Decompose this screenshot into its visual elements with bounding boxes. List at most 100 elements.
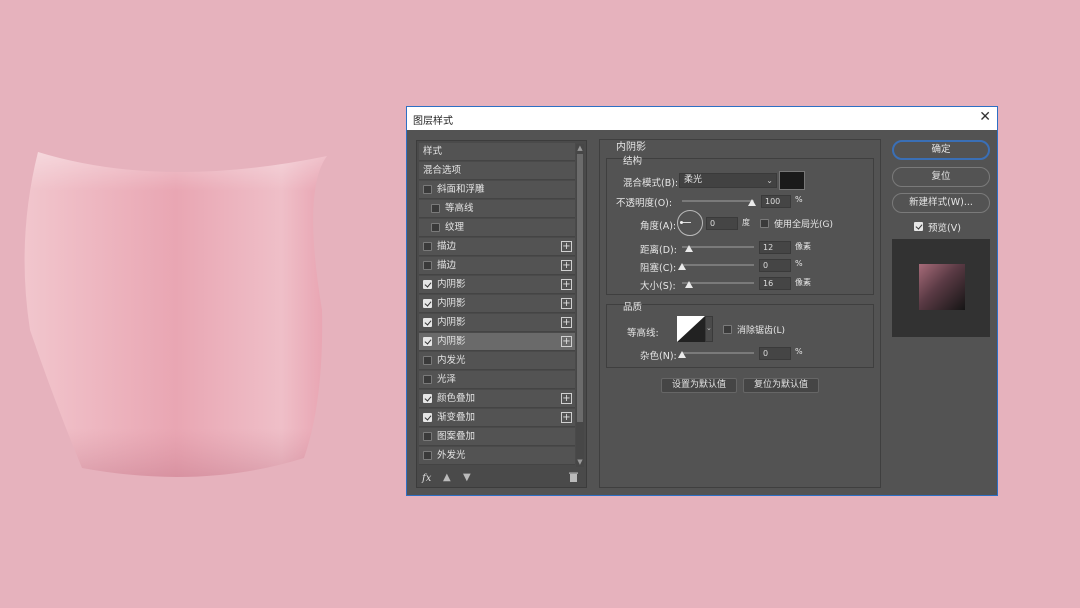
quality-group: 品质 等高线: ⌄ 消除锯齿(L) 杂色(N): 0 % xyxy=(606,302,874,368)
angle-unit: 度 xyxy=(742,218,750,227)
opacity-slider-track[interactable] xyxy=(682,200,754,202)
style-item-inner-shadow-4[interactable]: 内阴影 + xyxy=(419,333,575,351)
style-checkbox[interactable] xyxy=(431,204,440,213)
structure-group: 结构 混合模式(B): 柔光 ⌄ 不透明度(O): 100 % 角度(A): 0… xyxy=(606,156,874,295)
distance-input[interactable]: 12 xyxy=(759,241,791,254)
style-item-gradient-overlay[interactable]: 渐变叠加 + xyxy=(419,409,575,427)
add-effect-button[interactable]: + xyxy=(561,279,572,290)
noise-label: 杂色(N): xyxy=(640,351,677,362)
pink-shape-canvas xyxy=(24,152,328,477)
add-effect-button[interactable]: + xyxy=(561,260,572,271)
angle-input[interactable]: 0 xyxy=(706,217,738,230)
add-effect-button[interactable]: + xyxy=(561,336,572,347)
antialias-label: 消除锯齿(L) xyxy=(737,326,786,336)
reset-button[interactable]: 复位 xyxy=(892,167,990,187)
style-item-pattern-overlay[interactable]: 图案叠加 xyxy=(419,428,575,446)
scroll-up-icon[interactable]: ▲ xyxy=(576,144,584,152)
style-item-label: 内阴影 xyxy=(437,279,466,290)
style-checkbox[interactable] xyxy=(423,413,432,422)
style-item-label: 等高线 xyxy=(445,203,474,214)
trash-icon[interactable] xyxy=(569,472,578,485)
style-item-texture[interactable]: 纹理 xyxy=(419,219,575,237)
style-checkbox[interactable] xyxy=(423,280,432,289)
angle-dial[interactable] xyxy=(677,210,703,236)
new-style-button[interactable]: 新建样式(W)... xyxy=(892,193,990,213)
style-item-contour[interactable]: 等高线 xyxy=(419,200,575,218)
style-item-color-overlay[interactable]: 颜色叠加 + xyxy=(419,390,575,408)
style-checkbox[interactable] xyxy=(423,318,432,327)
preview-checkbox[interactable] xyxy=(914,222,923,231)
choke-slider-track[interactable] xyxy=(682,264,754,266)
style-checkbox[interactable] xyxy=(431,223,440,232)
noise-input[interactable]: 0 xyxy=(759,347,791,360)
choke-input[interactable]: 0 xyxy=(759,259,791,272)
antialias-checkbox[interactable] xyxy=(723,325,732,334)
chevron-down-icon: ⌄ xyxy=(766,176,773,185)
arrow-down-icon[interactable]: ▼ xyxy=(463,472,471,483)
style-item-inner-shadow-1[interactable]: 内阴影 + xyxy=(419,276,575,294)
dialog-titlebar: 图层样式 ✕ xyxy=(407,107,997,130)
style-item-satin[interactable]: 光泽 xyxy=(419,371,575,389)
styles-header[interactable]: 样式 xyxy=(419,143,575,161)
style-item-blending-options[interactable]: 混合选项 xyxy=(419,162,575,180)
panel-title: 内阴影 xyxy=(616,142,646,153)
style-checkbox[interactable] xyxy=(423,375,432,384)
arrow-up-icon[interactable]: ▲ xyxy=(443,472,451,483)
style-item-stroke-1[interactable]: 描边 + xyxy=(419,238,575,256)
choke-unit: % xyxy=(795,259,803,268)
style-checkbox[interactable] xyxy=(423,299,432,308)
close-icon[interactable]: ✕ xyxy=(979,109,991,125)
style-item-outer-glow[interactable]: 外发光 xyxy=(419,447,575,465)
style-item-label: 斜面和浮雕 xyxy=(437,184,485,195)
add-effect-button[interactable]: + xyxy=(561,412,572,423)
global-light-checkbox[interactable] xyxy=(760,219,769,228)
opacity-unit: % xyxy=(795,195,803,204)
structure-title: 结构 xyxy=(623,156,643,167)
contour-dropdown[interactable]: ⌄ xyxy=(705,316,713,342)
add-effect-button[interactable]: + xyxy=(561,298,572,309)
style-item-label: 纹理 xyxy=(445,222,465,233)
style-item-stroke-2[interactable]: 描边 + xyxy=(419,257,575,275)
style-checkbox[interactable] xyxy=(423,261,432,270)
add-effect-button[interactable]: + xyxy=(561,393,572,404)
style-checkbox[interactable] xyxy=(423,451,432,460)
add-effect-button[interactable]: + xyxy=(561,317,572,328)
scroll-down-icon[interactable]: ▼ xyxy=(576,458,584,466)
ok-button[interactable]: 确定 xyxy=(892,140,990,160)
reset-default-button[interactable]: 复位为默认值 xyxy=(743,378,819,393)
noise-slider-thumb[interactable] xyxy=(678,351,686,358)
shadow-color-swatch[interactable] xyxy=(779,171,805,190)
opacity-input[interactable]: 100 xyxy=(761,195,791,208)
blend-mode-select[interactable]: 柔光 ⌄ xyxy=(679,173,777,188)
style-item-label: 颜色叠加 xyxy=(437,393,476,404)
styles-scrollbar[interactable]: ▲ ▼ xyxy=(576,144,584,467)
contour-picker[interactable] xyxy=(677,316,705,342)
style-checkbox[interactable] xyxy=(423,394,432,403)
style-item-inner-shadow-2[interactable]: 内阴影 + xyxy=(419,295,575,313)
style-item-label: 渐变叠加 xyxy=(437,412,476,423)
fx-button[interactable]: fx xyxy=(422,473,431,484)
contour-label: 等高线: xyxy=(627,328,659,339)
style-item-inner-glow[interactable]: 内发光 xyxy=(419,352,575,370)
choke-slider-thumb[interactable] xyxy=(678,263,686,270)
style-checkbox[interactable] xyxy=(423,242,432,251)
style-checkbox[interactable] xyxy=(423,185,432,194)
quality-title: 品质 xyxy=(623,302,643,313)
scrollbar-thumb[interactable] xyxy=(577,154,583,422)
style-checkbox[interactable] xyxy=(423,337,432,346)
style-item-inner-shadow-3[interactable]: 内阴影 + xyxy=(419,314,575,332)
styles-footer: fx ▲ ▼ xyxy=(417,471,586,487)
styles-header-label: 样式 xyxy=(423,146,443,157)
noise-slider-track[interactable] xyxy=(682,352,754,354)
style-item-bevel-emboss[interactable]: 斜面和浮雕 xyxy=(419,181,575,199)
size-input[interactable]: 16 xyxy=(759,277,791,290)
set-default-button[interactable]: 设置为默认值 xyxy=(661,378,737,393)
distance-slider-thumb[interactable] xyxy=(685,245,693,252)
opacity-slider-thumb[interactable] xyxy=(748,199,756,206)
distance-label: 距离(D): xyxy=(640,245,677,256)
style-checkbox[interactable] xyxy=(423,356,432,365)
styles-list: 样式 混合选项 斜面和浮雕 等高线 纹理 描边 + 描边 + 内阴影 + 内阴影… xyxy=(416,140,587,488)
style-checkbox[interactable] xyxy=(423,432,432,441)
size-slider-thumb[interactable] xyxy=(685,281,693,288)
add-effect-button[interactable]: + xyxy=(561,241,572,252)
